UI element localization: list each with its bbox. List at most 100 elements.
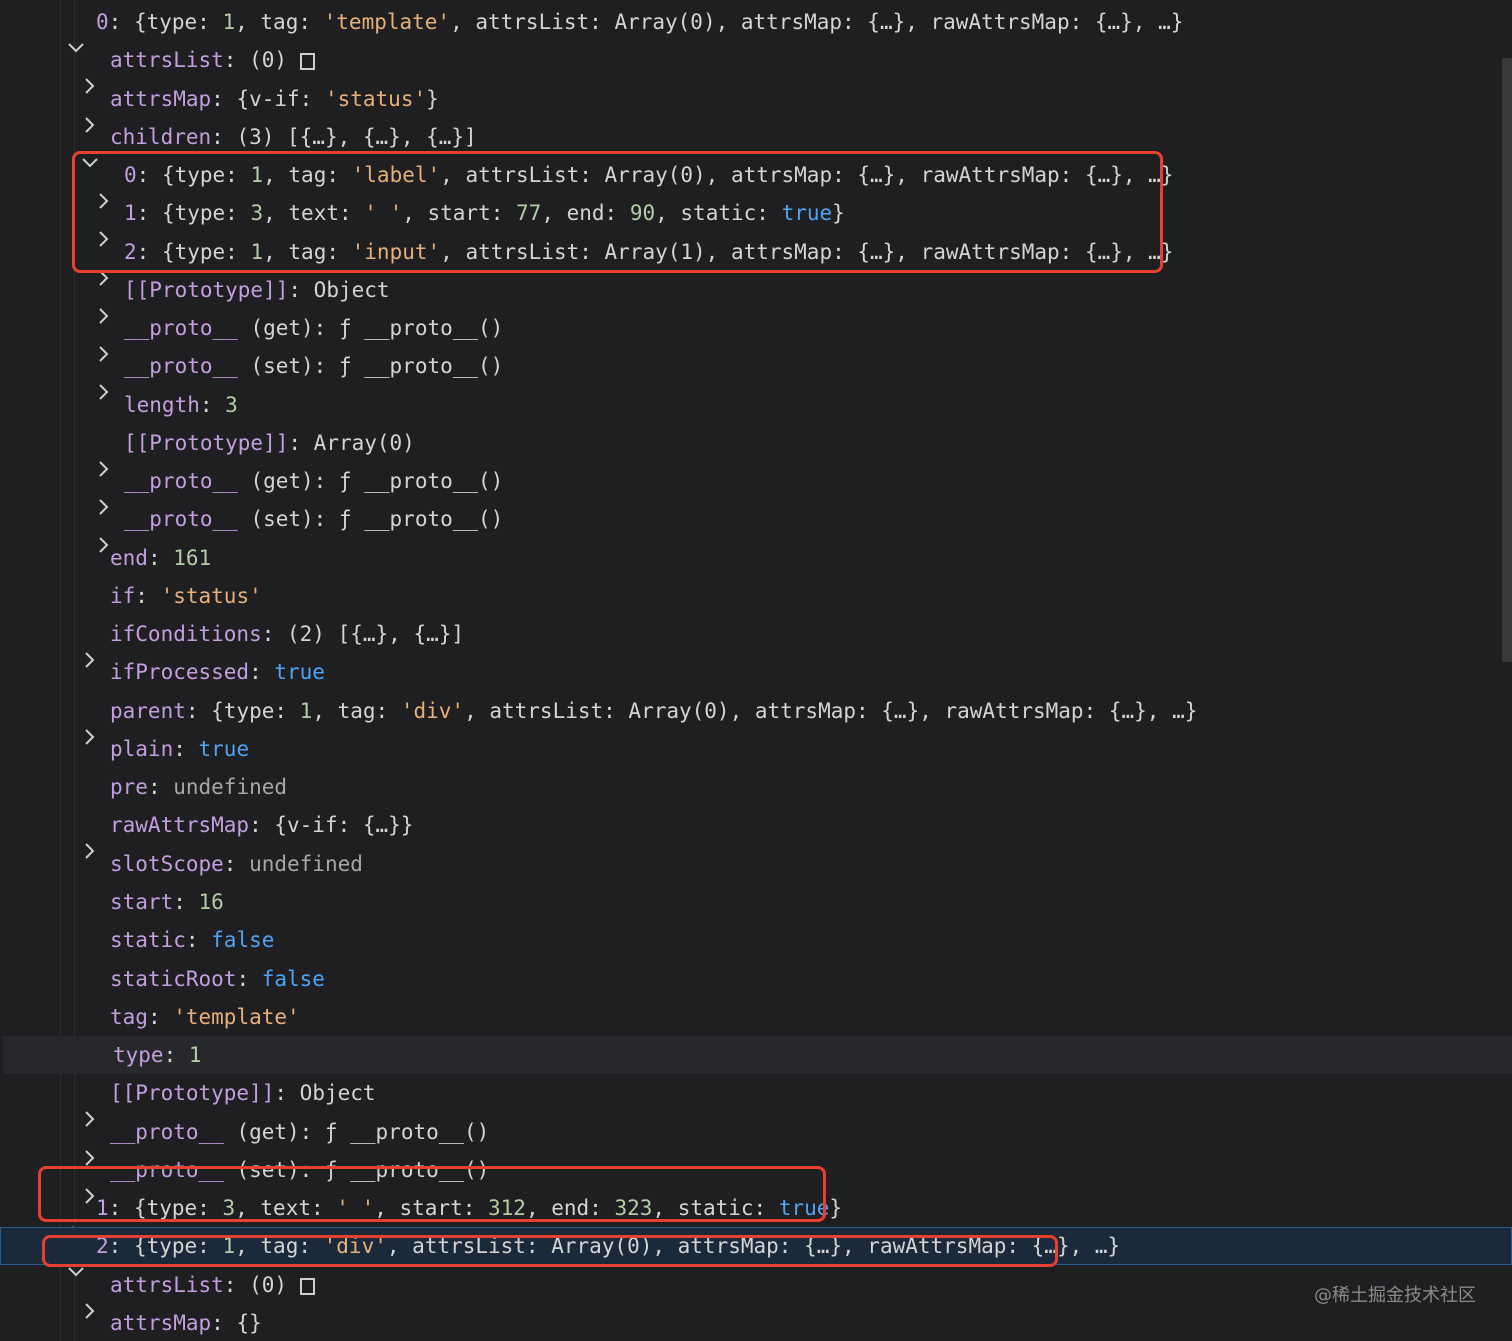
tree-row[interactable]: [[Prototype]]: Object [0,271,1512,324]
property-value-segment: , tag: [235,10,324,34]
tree-row[interactable]: 1: {type: 3, text: ' ', start: 312, end:… [0,1189,1512,1242]
property-value-segment: (get): ƒ __proto__() [250,469,504,494]
property-key: parent [110,698,186,723]
tree-row[interactable]: static: false [0,921,1512,959]
property-value-segment: 323 [614,1196,653,1221]
property-key: rawAttrsMap [110,813,250,838]
property-value-segment: 1 [250,239,264,264]
tree-row[interactable]: attrsMap: {v-if: 'status'} [0,80,1512,133]
property-value-segment: {type: [161,239,251,264]
tree-row[interactable]: attrsList: (0) [0,1266,1512,1319]
property-value-segment: , text: [235,1196,337,1221]
tree-row[interactable]: plain: true [0,730,1512,768]
property-value-segment: true [781,201,833,226]
tree-row[interactable]: __proto__ (get): ƒ __proto__() [0,1113,1512,1166]
tree-row[interactable]: tag: 'template' [0,998,1512,1036]
tree-row[interactable]: attrsList: (0) [0,41,1512,94]
tree-row[interactable]: ifProcessed: true [0,653,1512,691]
tree-row[interactable]: 2: {type: 1, tag: 'div', attrsList: Arra… [0,1227,1512,1277]
property-value-segment: {type: [161,201,251,226]
tree-row[interactable]: __proto__ (get): ƒ __proto__() [0,462,1512,515]
tree-row[interactable]: attrsMap: {} [0,1304,1512,1341]
tree-row[interactable]: ifConditions: (2) [{…}, {…}] [0,615,1512,668]
vertical-scrollbar[interactable] [1502,58,1512,662]
property-key: tag [110,1004,148,1029]
property-value-segment: (0) [249,1272,300,1297]
property-key: start [110,889,174,914]
property-value-segment: false [261,966,325,991]
tree-row[interactable]: parent: {type: 1, tag: 'div', attrsList:… [0,692,1512,745]
property-key: end [110,545,148,570]
tree-row[interactable]: __proto__ (set): ƒ __proto__() [0,500,1512,554]
tree-row[interactable]: 2: {type: 1, tag: 'input', attrsList: Ar… [0,233,1512,286]
property-key: __proto__ [110,1119,224,1144]
property-key: attrsMap [110,86,212,111]
property-key: children [110,124,212,149]
property-value-segment: undefined [249,851,363,876]
property-key: 2 [124,239,137,264]
property-value-segment: ' ' [364,201,403,226]
tree-row[interactable]: rawAttrsMap: {v-if: {…}} [0,806,1512,860]
tree-row[interactable]: length: 3 [0,386,1512,424]
property-value-segment: {v-if: {…}} [274,813,414,838]
tree-row[interactable]: [[Prototype]]: Object [0,1074,1512,1127]
property-key: static [110,928,186,953]
property-value-segment: Object [299,1081,376,1106]
property-value-segment: 1 [250,163,264,188]
property-value-segment: 90 [629,201,656,226]
property-key: pre [110,775,148,800]
property-key: ifConditions [110,622,262,647]
property-value-segment: , start: [374,1196,489,1221]
tree-row[interactable]: if: 'status' [0,577,1512,615]
property-value-segment: 16 [198,889,224,914]
property-value-segment: , static: [655,201,782,226]
empty-array-icon [299,1277,315,1295]
tree-row[interactable]: pre: undefined [0,768,1512,806]
property-value-segment: , start: [402,201,517,226]
tree-row[interactable]: [[Prototype]]: Array(0) [0,424,1512,477]
property-value-segment: 'div' [400,698,465,723]
property-key: slotScope [110,851,224,876]
property-value-segment: 'label' [351,163,441,188]
property-value-segment: 'status' [160,583,262,608]
property-value-segment: {v-if: [236,86,325,111]
property-key: [[Prototype]] [124,430,289,455]
property-value-segment: (get): ƒ __proto__() [236,1119,490,1144]
property-value-segment: {type: [133,1234,223,1259]
property-key: length [124,392,200,417]
tree-row[interactable]: __proto__ (get): ƒ __proto__() [0,309,1512,362]
property-value-segment: {type: [211,698,300,723]
tree-row[interactable]: end: 161 [0,539,1512,577]
property-key: 0 [96,10,109,34]
property-value-segment: {type: [133,10,223,34]
property-value-segment: false [211,928,275,953]
tree-row[interactable]: 1: {type: 3, text: ' ', start: 77, end: … [0,194,1512,248]
property-value-segment: undefined [173,775,288,800]
property-value-segment: , attrsList: Array(0), attrsMap: {…}, ra… [386,1234,1121,1259]
tree-row[interactable]: children: (3) [{…}, {…}, {…}] [0,118,1512,168]
property-value-segment: 312 [488,1196,526,1221]
tree-row[interactable]: type: 1 [3,1036,1512,1075]
property-value-segment: 3 [250,201,264,226]
property-key: [[Prototype]] [110,1081,275,1106]
property-value-segment: } [829,1196,843,1221]
property-value-segment: true [198,736,250,761]
property-key: plain [110,736,174,761]
tree-row[interactable]: __proto__ (set): ƒ __proto__() [0,1151,1512,1204]
property-value-segment: 'template' [323,10,451,34]
property-value-segment: 'div' [323,1234,387,1259]
tree-row[interactable]: 0: {type: 1, tag: 'label', attrsList: Ar… [0,156,1512,209]
property-value-segment: {type: [133,1196,223,1221]
property-value-segment: , tag: [235,1234,324,1259]
property-key: 2 [96,1234,109,1259]
tree-row[interactable]: start: 16 [0,883,1512,921]
tree-row[interactable]: 0: {type: 1, tag: 'template', attrsList:… [0,3,1512,53]
tree-row[interactable]: staticRoot: false [0,960,1512,998]
tree-row[interactable]: slotScope: undefined [0,845,1512,883]
property-key: __proto__ [124,507,238,532]
tree-row[interactable]: __proto__ (set): ƒ __proto__() [0,347,1512,401]
property-value-segment: , end: [541,201,630,226]
property-value-segment: 3 [222,1196,236,1221]
property-value-segment: 'status' [324,86,427,111]
property-key: __proto__ [110,1157,224,1182]
